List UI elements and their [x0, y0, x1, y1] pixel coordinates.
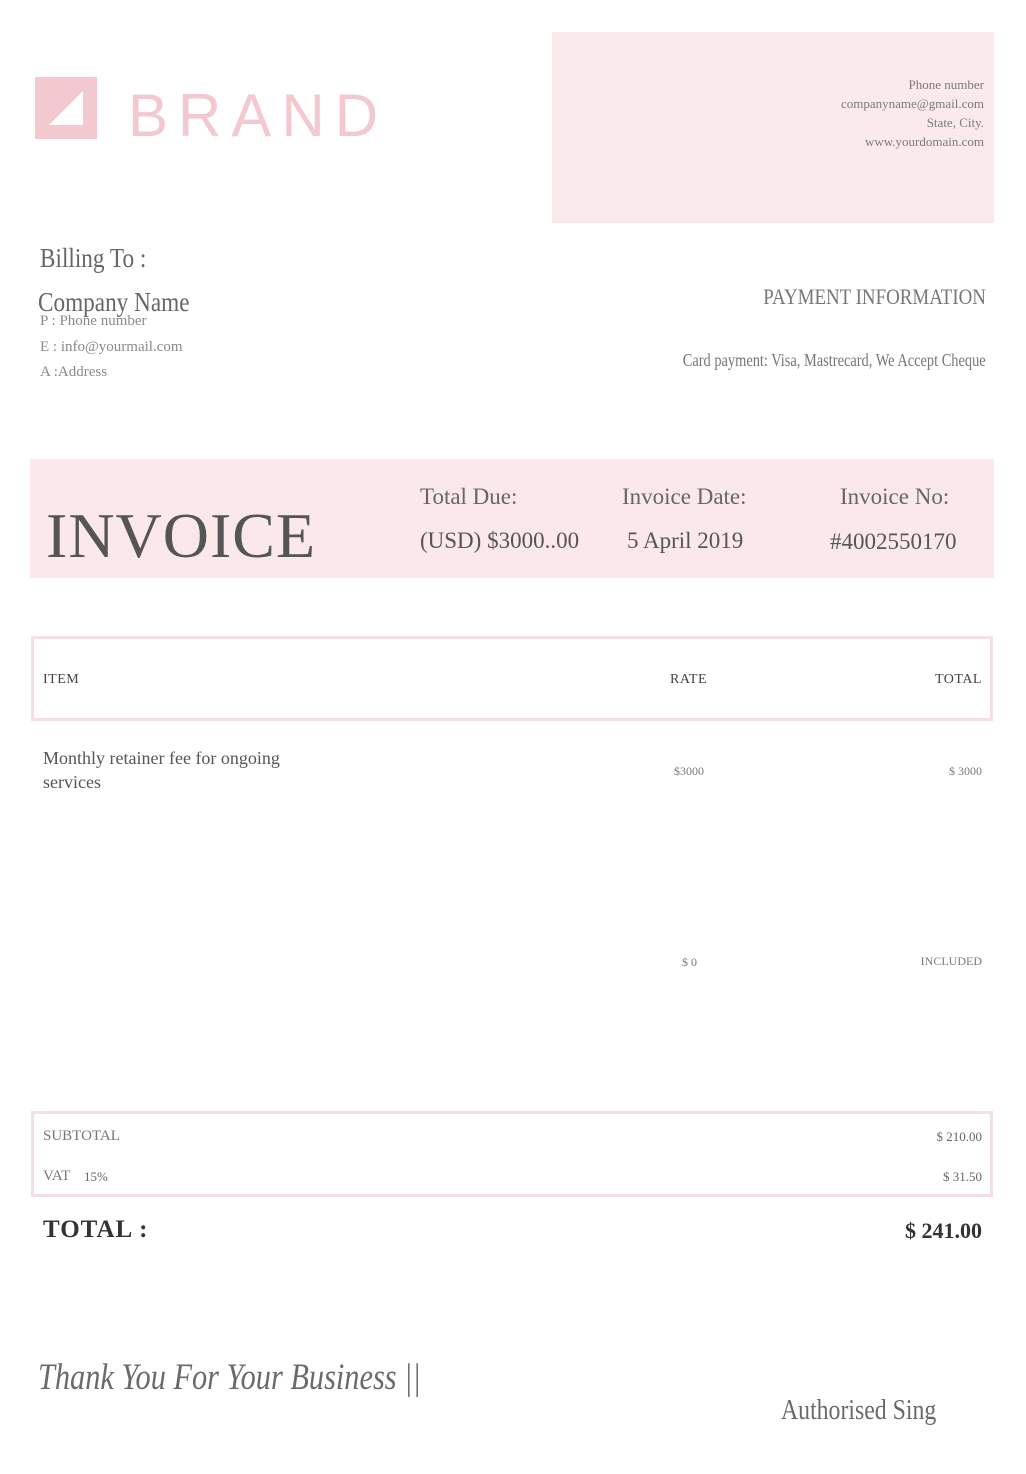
total-due-value: (USD) $3000..00	[420, 528, 580, 553]
grand-total-label: TOTAL :	[43, 1216, 149, 1243]
table-row-rate: $3000	[674, 764, 704, 778]
invoice-date-value: 5 April 2019	[627, 528, 744, 553]
invoice-number-label: Invoice No:	[840, 484, 950, 509]
subtotal-value: $ 210.00	[936, 1129, 983, 1144]
table-row-rate: $ 0	[682, 955, 697, 969]
thank-you-note: Thank You For Your Business ||	[38, 1357, 421, 1398]
grand-total-value: $ 241.00	[905, 1218, 982, 1243]
contact-location: State, City.	[926, 115, 984, 130]
table-row-total: $ 3000	[949, 764, 982, 778]
billing-title: Billing To :	[40, 243, 147, 273]
column-header-total: TOTAL	[934, 672, 982, 687]
contact-phone: Phone number	[908, 77, 984, 92]
column-header-rate: RATE	[670, 672, 707, 687]
invoice-heading: INVOICE	[46, 500, 317, 571]
contact-email: companyname@gmail.com	[840, 96, 984, 111]
summary-box	[31, 1111, 993, 1197]
items-table-header	[31, 636, 993, 721]
payment-title: PAYMENT INFORMATION	[763, 284, 986, 309]
total-due-label: Total Due:	[420, 484, 518, 509]
billing-address: A :Address	[40, 364, 108, 380]
subtotal-label: SUBTOTAL	[43, 1128, 120, 1144]
brand-name: BRAND	[128, 82, 389, 149]
invoice-date-label: Invoice Date:	[622, 484, 747, 509]
contact-website: www.yourdomain.com	[864, 134, 984, 149]
vat-value: $ 31.50	[943, 1169, 982, 1184]
table-row-total: INCLUDED	[920, 954, 982, 968]
invoice-number-value: #4002550170	[830, 529, 957, 554]
brand-logo	[35, 77, 97, 139]
signature-line: Authorised Sing	[781, 1394, 937, 1426]
billing-email: E : info@yourmail.com	[40, 339, 183, 355]
payment-detail: Card payment: Visa, Mastrecard, We Accep…	[683, 350, 986, 370]
contact-panel: Phone number companyname@gmail.com State…	[552, 32, 994, 223]
billing-phone: P : Phone number	[40, 313, 147, 329]
table-row-item: Monthly retainer fee for ongoing service…	[43, 748, 280, 792]
column-header-item: ITEM	[43, 672, 80, 687]
vat-label: VAT	[43, 1168, 71, 1184]
corner-triangle-logo-icon	[35, 77, 97, 139]
vat-rate: 15%	[84, 1169, 108, 1184]
